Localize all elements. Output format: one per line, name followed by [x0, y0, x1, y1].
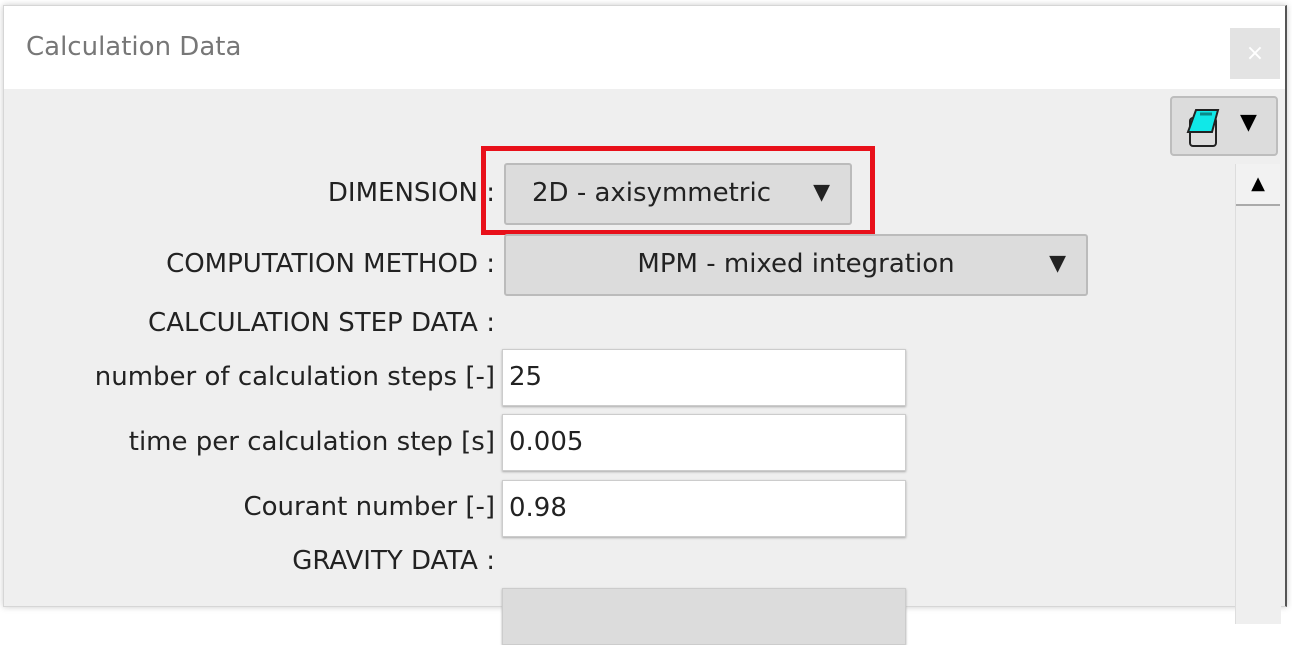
scroll-up-button[interactable]: ▲ [1236, 164, 1280, 206]
close-button[interactable]: × [1230, 28, 1280, 79]
computation-method-dropdown[interactable]: MPM - mixed integration ▼ [504, 234, 1088, 296]
vertical-scrollbar[interactable]: ▲ [1235, 164, 1281, 624]
courant-input[interactable]: 0.98 [502, 480, 906, 537]
dimension-label: DIMENSION : [327, 178, 495, 208]
chevron-down-icon: ▼ [1049, 251, 1066, 276]
computation-method-value: MPM - mixed integration [637, 249, 955, 279]
title-bar: Calculation Data × [4, 6, 1285, 89]
chevron-down-icon: ▼ [1240, 110, 1257, 135]
calculation-step-header: CALCULATION STEP DATA : [148, 308, 495, 338]
toolbar-menu-button[interactable]: ▼ [1170, 96, 1278, 156]
notebook-icon [1186, 109, 1220, 147]
gravity-input[interactable] [502, 588, 906, 645]
window-title: Calculation Data [26, 32, 242, 62]
steps-input[interactable]: 25 [502, 349, 906, 406]
time-step-input[interactable]: 0.005 [502, 414, 906, 471]
courant-label: Courant number [-] [243, 492, 495, 522]
time-step-label: time per calculation step [s] [128, 427, 495, 457]
computation-method-label: COMPUTATION METHOD : [166, 249, 495, 279]
gravity-header: GRAVITY DATA : [292, 546, 495, 576]
highlight-box [481, 146, 875, 235]
steps-label: number of calculation steps [-] [94, 362, 495, 392]
